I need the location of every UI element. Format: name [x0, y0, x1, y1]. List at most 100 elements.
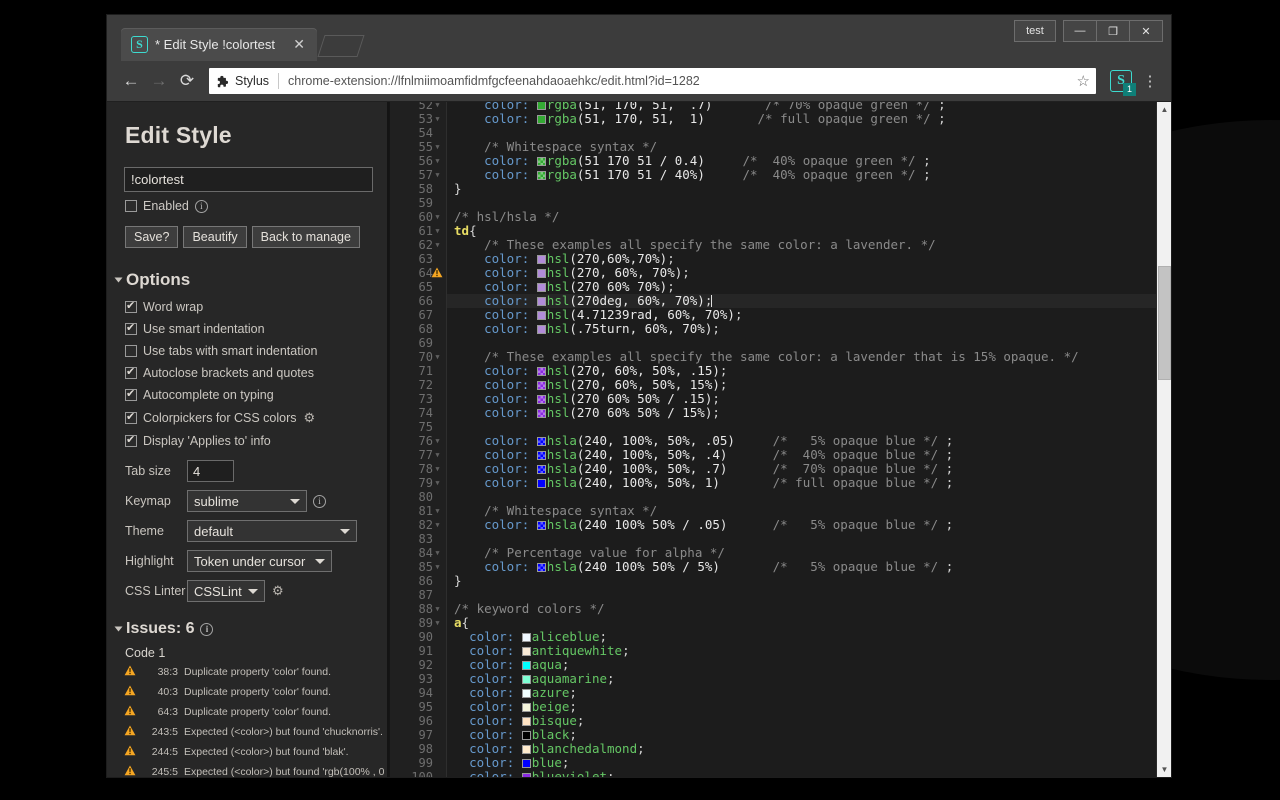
editor-vertical-scrollbar[interactable]: ▲ ▼: [1156, 102, 1171, 777]
code-line[interactable]: color: rgba(51, 170, 51, 1) /* full opaq…: [447, 112, 1156, 126]
setting-select[interactable]: sublime: [187, 490, 307, 512]
fold-marker-icon[interactable]: ▼: [433, 448, 442, 462]
fold-marker-icon[interactable]: ▼: [433, 616, 442, 630]
fold-marker-icon[interactable]: ▼: [433, 546, 442, 560]
color-swatch[interactable]: [537, 381, 546, 390]
color-swatch[interactable]: [537, 115, 546, 124]
new-tab-button[interactable]: [317, 35, 364, 57]
scrollbar-thumb[interactable]: [1158, 266, 1171, 381]
code-line[interactable]: color: hsla(240 100% 50% / .05) /* 5% op…: [447, 518, 1156, 532]
code-line[interactable]: [447, 336, 1156, 350]
color-swatch[interactable]: [537, 297, 546, 306]
color-swatch[interactable]: [522, 773, 531, 777]
fold-marker-icon[interactable]: ▼: [433, 224, 442, 238]
fold-marker-icon[interactable]: ▼: [433, 168, 442, 182]
code-line[interactable]: /* Whitespace syntax */: [447, 504, 1156, 518]
fold-marker-icon[interactable]: ▼: [433, 602, 442, 616]
code-line[interactable]: color: hsla(240, 100%, 50%, .7) /* 70% o…: [447, 462, 1156, 476]
option-row[interactable]: Word wrap: [125, 300, 389, 314]
fold-marker-icon[interactable]: ▼: [433, 112, 442, 126]
code-line[interactable]: color: bisque;: [447, 714, 1156, 728]
browser-tab[interactable]: S * Edit Style !colortest ✕: [121, 28, 317, 61]
option-checkbox[interactable]: [125, 389, 137, 401]
setting-select[interactable]: CSSLint: [187, 580, 265, 602]
issue-item[interactable]: 245:5Expected (<color>) but found 'rgb(1…: [124, 766, 389, 777]
gear-icon[interactable]: ⚙: [272, 583, 284, 599]
code-line[interactable]: /* Percentage value for alpha */: [447, 546, 1156, 560]
fold-marker-icon[interactable]: ▼: [433, 434, 442, 448]
color-swatch[interactable]: [522, 703, 531, 712]
color-swatch[interactable]: [537, 255, 546, 264]
fold-marker-icon[interactable]: ▼: [433, 462, 442, 476]
tab-close-icon[interactable]: ✕: [289, 36, 309, 53]
code-line[interactable]: color: antiquewhite;: [447, 644, 1156, 658]
window-test-label[interactable]: test: [1014, 20, 1056, 42]
color-swatch[interactable]: [537, 563, 546, 572]
color-swatch[interactable]: [522, 717, 531, 726]
code-line[interactable]: color: hsla(240 100% 50% / 5%) /* 5% opa…: [447, 560, 1156, 574]
code-line[interactable]: [447, 532, 1156, 546]
code-line[interactable]: color: aqua;: [447, 658, 1156, 672]
code-line[interactable]: color: hsla(240, 100%, 50%, 1) /* full o…: [447, 476, 1156, 490]
option-row[interactable]: Autocomplete on typing: [125, 388, 389, 402]
color-swatch[interactable]: [537, 367, 546, 376]
code-line[interactable]: color: blueviolet;: [447, 770, 1156, 777]
fold-marker-icon[interactable]: ▼: [433, 350, 442, 364]
reload-icon[interactable]: ⟳: [173, 67, 201, 95]
code-line[interactable]: color: aliceblue;: [447, 630, 1156, 644]
color-swatch[interactable]: [537, 465, 546, 474]
gear-icon[interactable]: ⚙: [304, 410, 316, 426]
code-line[interactable]: /* Whitespace syntax */: [447, 140, 1156, 154]
options-section-header[interactable]: Options: [116, 270, 389, 290]
issue-item[interactable]: 243:5Expected (<color>) but found 'chuck…: [124, 726, 389, 738]
option-checkbox[interactable]: [125, 323, 137, 335]
setting-info-icon[interactable]: i: [313, 495, 326, 508]
bookmark-star-icon[interactable]: ☆: [1077, 72, 1090, 90]
fold-marker-icon[interactable]: ▼: [433, 476, 442, 490]
option-row[interactable]: Use tabs with smart indentation: [125, 344, 389, 358]
browser-menu-icon[interactable]: ⋮: [1139, 68, 1161, 94]
code-line[interactable]: /* keyword colors */: [447, 602, 1156, 616]
window-close-button[interactable]: ✕: [1129, 20, 1163, 42]
color-swatch[interactable]: [522, 689, 531, 698]
color-swatch[interactable]: [537, 269, 546, 278]
code-line[interactable]: td{: [447, 224, 1156, 238]
option-checkbox[interactable]: [125, 301, 137, 313]
window-minimize-button[interactable]: —: [1063, 20, 1097, 42]
code-line[interactable]: color: blanchedalmond;: [447, 742, 1156, 756]
fold-marker-icon[interactable]: ▼: [433, 154, 442, 168]
issue-item[interactable]: 38:3Duplicate property 'color' found.: [124, 666, 389, 678]
fold-marker-icon[interactable]: ▼: [433, 518, 442, 532]
code-line[interactable]: color: hsl(270 60% 50% / 15%);: [447, 406, 1156, 420]
color-swatch[interactable]: [537, 171, 546, 180]
issue-item[interactable]: 64:3Duplicate property 'color' found.: [124, 706, 389, 718]
enabled-info-icon[interactable]: i: [195, 200, 208, 213]
style-name-input[interactable]: !colortest: [124, 167, 373, 192]
code-line[interactable]: color: hsl(270deg, 60%, 70%);: [447, 294, 1156, 308]
issues-info-icon[interactable]: i: [200, 623, 213, 636]
color-swatch[interactable]: [522, 661, 531, 670]
code-line[interactable]: color: hsl(270, 60%, 70%);: [447, 266, 1156, 280]
color-swatch[interactable]: [537, 409, 546, 418]
fold-marker-icon[interactable]: ▼: [433, 140, 442, 154]
stylus-extension-button[interactable]: S 1: [1110, 70, 1132, 92]
scroll-down-arrow-icon[interactable]: ▼: [1157, 762, 1171, 777]
save-button[interactable]: Save?: [125, 226, 178, 248]
address-bar[interactable]: Stylus chrome-extension://lfnlmiimoamfid…: [209, 68, 1096, 94]
codemirror-area[interactable]: 52▼53▼5455▼56▼57▼585960▼61▼62▼6364656667…: [390, 102, 1156, 777]
setting-select[interactable]: default: [187, 520, 357, 542]
code-line[interactable]: color: hsl(270 60% 50% / .15);: [447, 392, 1156, 406]
back-icon[interactable]: ←: [117, 67, 145, 95]
color-swatch[interactable]: [522, 633, 531, 642]
color-swatch[interactable]: [537, 395, 546, 404]
code-line[interactable]: a{: [447, 616, 1156, 630]
enabled-checkbox[interactable]: [125, 200, 137, 212]
code-line[interactable]: color: rgba(51 170 51 / 0.4) /* 40% opaq…: [447, 154, 1156, 168]
color-swatch[interactable]: [522, 759, 531, 768]
color-swatch[interactable]: [537, 451, 546, 460]
code-line[interactable]: color: rgba(51 170 51 / 40%) /* 40% opaq…: [447, 168, 1156, 182]
code-line[interactable]: color: black;: [447, 728, 1156, 742]
color-swatch[interactable]: [537, 283, 546, 292]
color-swatch[interactable]: [522, 745, 531, 754]
issue-item[interactable]: 244:5Expected (<color>) but found 'blak'…: [124, 746, 389, 758]
